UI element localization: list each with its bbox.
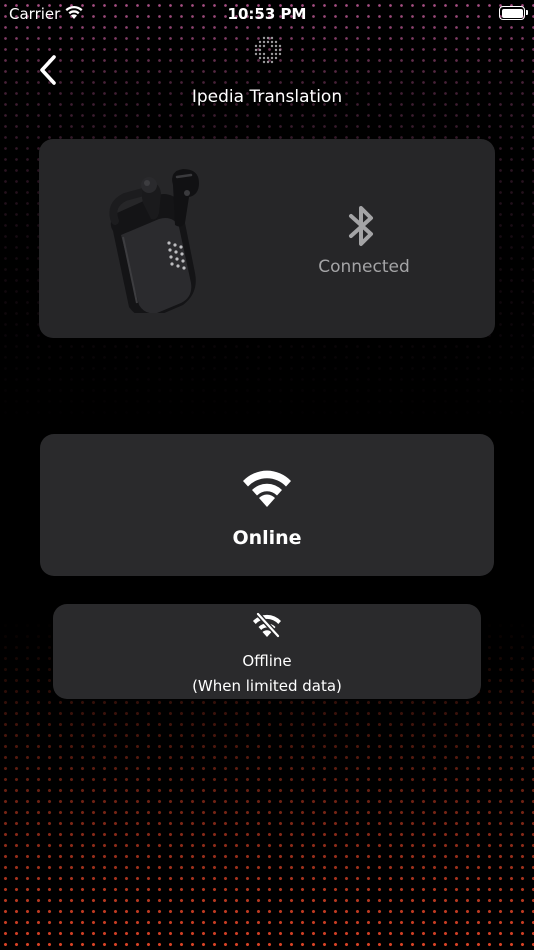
page-title: Ipedia Translation [191,87,343,107]
wifi-off-icon [253,611,281,639]
earbuds-image [109,169,199,313]
online-label: Online [232,527,302,549]
battery-icon [499,6,528,20]
offline-mode-button[interactable]: Offline (When limited data) [53,604,481,699]
dot-grid-logo-icon [254,36,282,64]
device-card[interactable]: Connected [39,139,495,338]
status-bar: Carrier 10:53 PM [0,0,534,30]
back-button[interactable] [34,52,66,88]
connection-status: Connected [318,257,410,277]
chevron-left-icon [40,55,56,85]
offline-sublabel: (When limited data) [192,677,342,695]
status-time: 10:53 PM [227,5,307,23]
online-mode-button[interactable]: Online [40,434,494,576]
bluetooth-icon [349,206,373,246]
offline-label: Offline [242,652,292,670]
wifi-icon [243,470,291,507]
